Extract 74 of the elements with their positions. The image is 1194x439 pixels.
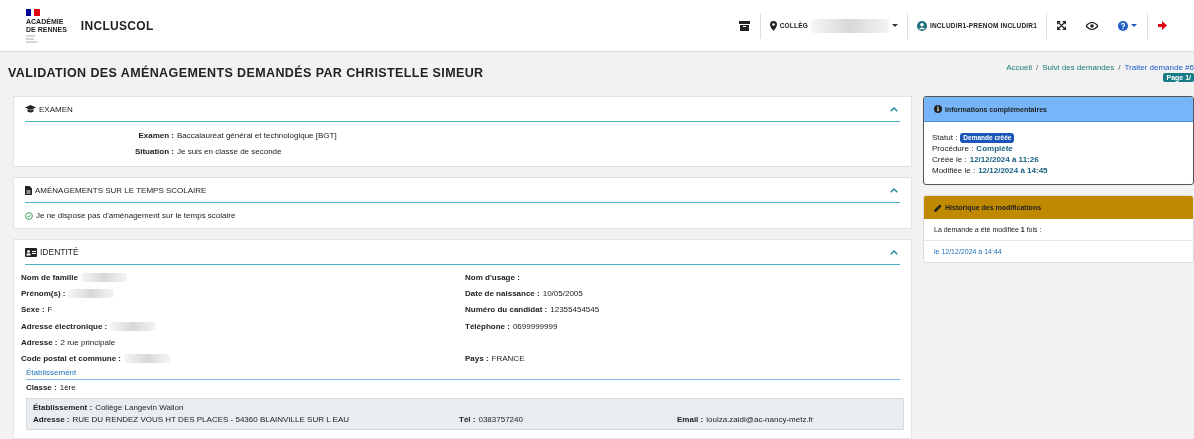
section-title: AMÉNAGEMENTS SUR LE TEMPS SCOLAIRE [35,185,208,195]
blurred-value [68,288,115,298]
page-title: VALIDATION DES AMÉNAGEMENTS DEMANDÉS PAR CHRISTELLE SIMEUR [8,66,484,80]
field-value: F [47,305,53,315]
caret-icon [891,23,898,28]
field-value: FRANCE [491,354,525,364]
field-label: Nom d'usage : [465,272,520,282]
field-label: Numéro du candidat : [465,305,548,315]
field-label: Sexe : [21,305,45,315]
field-label: Statut : [932,132,958,143]
field-value: Complète [976,143,1013,154]
blurred-value [124,354,170,364]
field-value: Baccalauréat général et technologique [BGT] [177,130,337,142]
logout-icon[interactable] [1158,21,1168,30]
field-value: 12355454545 [550,305,600,315]
field-label: Prénom(s) : [21,288,66,298]
flag-icon [26,8,40,16]
field-label: Tél : [459,414,476,427]
field-value: 10/05/2005 [542,288,583,298]
eye-icon[interactable] [1086,21,1098,30]
field-value: Je suis en classe de seconde [177,146,283,158]
section-title: IDENTITÉ [40,247,80,257]
field-label: Procédure : [932,143,974,154]
blurred-value [110,321,157,331]
user-icon [916,20,927,31]
document-icon [25,185,32,195]
field-value: 12/12/2024 à 11:26 [969,154,1039,165]
field-label: Adresse : [33,414,70,427]
fullscreen-icon[interactable] [1057,21,1066,30]
id-card-icon [25,247,37,257]
pencil-icon [934,203,942,212]
collapse-toggle[interactable] [888,249,900,255]
field-label: Examen : [137,130,174,142]
breadcrumb-link[interactable]: Accueil [1006,63,1032,72]
field-label: Téléphone : [465,321,510,331]
field-label: Date de naissance : [465,288,540,298]
field-label: Adresse électronique : [21,321,108,331]
info-text: Je ne dispose pas d'aménagement sur le temps scolaire [36,211,236,220]
field-value: 0383757240 [478,414,523,427]
breadcrumb-separator: / [1035,63,1039,72]
section-title: EXAMEN [39,104,74,114]
collapse-toggle[interactable] [888,106,900,112]
subsection-heading: Établissement [26,366,900,380]
field-value: RUE DU RENDEZ VOUS HT DES PLACES - 54360 BLAINVILLE SUR L EAU [72,414,349,427]
motto-drawing [26,34,40,43]
breadcrumb-link[interactable]: Suivi des demandes [1042,63,1115,72]
field-value: Collège Langevin Wallon [95,402,184,415]
help-icon [1118,20,1128,31]
field-label: Code postal et commune : [21,354,121,364]
field-label: Établissement : [33,402,93,415]
field-label: Modifiée le : [932,165,976,176]
field-label: Email : [677,414,704,427]
collapse-toggle[interactable] [888,187,900,193]
field-label: Situation : [133,146,174,158]
field-label: Créée le : [932,154,967,165]
field-label: Classe : [26,383,57,393]
field-label: Adresse : [21,337,58,347]
caret-icon [1131,23,1137,28]
archive-icon[interactable] [738,20,750,31]
field-label: Nom de famille [21,272,78,282]
info-icon [934,105,942,113]
field-value: 12/12/2024 à 14:45 [978,165,1048,176]
app-name: INCLUSCOL [80,18,154,33]
graduation-cap-icon [25,105,36,113]
breadcrumb-link[interactable]: Traiter demande #6 [1124,63,1194,72]
field-value: louiza.zaidi@ac-nancy-metz.fr [706,414,814,427]
field-label: Pays : [465,354,489,364]
breadcrumb-separator: / [1118,63,1121,72]
blurred-value [80,272,127,282]
check-circle-icon [25,211,33,220]
field-value: 0699999999 [512,321,558,331]
field-value: 1ère [59,383,76,393]
map-pin-icon [769,20,777,31]
field-value: 2 rue principale [60,337,116,347]
